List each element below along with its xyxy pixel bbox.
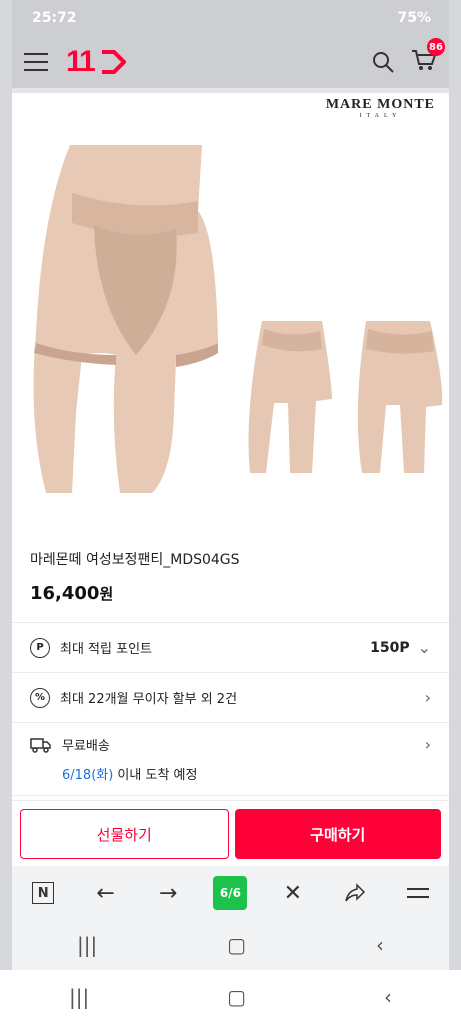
shipping-row[interactable]: 무료배송 › 6/18(화) 이내 도착 예정 (12, 723, 449, 796)
logo-text: 11 (66, 45, 96, 78)
tabs-button[interactable]: 6/6 (210, 873, 250, 913)
installment-row[interactable]: % 최대 22개월 무이자 할부 외 2건 › (12, 673, 449, 723)
menu-icon (406, 888, 429, 898)
delivery-date: 6/18(화) (62, 768, 114, 783)
recent-apps-icon[interactable]: ||| (77, 933, 97, 957)
buy-button[interactable]: 구매하기 (234, 809, 441, 859)
system-nav-bar-inner: ||| ▢ ‹ (12, 920, 449, 970)
home-icon[interactable]: ▢ (227, 933, 246, 957)
home-icon[interactable]: ▢ (227, 985, 246, 1009)
status-battery: 75% (397, 10, 431, 26)
chevron-right-icon: › (424, 735, 431, 754)
back-nav-icon[interactable]: ‹ (384, 985, 392, 1009)
back-button[interactable]: ← (86, 873, 126, 913)
close-icon: ✕ (283, 880, 303, 906)
price-amount: 16,400 (30, 583, 100, 604)
brand-name: MARE MONTE (325, 97, 435, 112)
gift-button[interactable]: 선물하기 (20, 809, 229, 859)
arrow-left-icon: ← (96, 880, 115, 906)
logo-arrow-icon (102, 50, 127, 74)
close-button[interactable]: ✕ (273, 873, 313, 913)
percent-icon: % (30, 687, 50, 708)
shapewear-illustration (33, 145, 443, 493)
chevron-down-icon: ⌄ (417, 638, 431, 657)
price-currency: 원 (99, 585, 114, 603)
delivery-estimate: 6/18(화) 이내 도착 예정 (62, 764, 431, 783)
status-bar: 25:72 75% (12, 0, 449, 36)
cart-count-badge: 86 (427, 38, 445, 56)
purchase-bar: 선물하기 구매하기 (12, 800, 449, 870)
recent-apps-icon[interactable]: ||| (69, 985, 89, 1009)
benefit-list: P 최대 적립 포인트 150P ⌄ % 최대 22개월 무이자 할부 외 2건… (12, 622, 449, 796)
truck-icon (30, 737, 51, 753)
back-nav-icon[interactable]: ‹ (376, 933, 384, 957)
phone-screen: 25:72 75% 11 86 MARE MONTE ITALY 마레몬떼 여성… (12, 0, 449, 970)
product-price: 16,400원 (12, 569, 449, 604)
hamburger-menu-icon[interactable] (24, 53, 48, 71)
app-header: 11 86 (12, 36, 449, 88)
delivery-suffix: 이내 도착 예정 (113, 768, 198, 783)
points-value: 150P (370, 639, 410, 656)
forward-button[interactable]: → (148, 873, 188, 913)
system-nav-bar: ||| ▢ ‹ (0, 970, 461, 1024)
brand-mark: MARE MONTE ITALY (326, 97, 435, 119)
share-button[interactable] (335, 873, 375, 913)
shipping-label: 무료배송 (62, 739, 110, 754)
search-icon[interactable] (371, 50, 395, 74)
share-icon (345, 883, 366, 902)
tabs-count: 6/6 (213, 876, 248, 910)
more-menu-button[interactable] (398, 873, 438, 913)
status-time: 25:72 (32, 10, 77, 26)
naver-icon: N (32, 882, 55, 904)
arrow-right-icon: → (158, 880, 178, 906)
chevron-right-icon: › (424, 688, 431, 707)
product-image[interactable]: MARE MONTE ITALY (12, 93, 449, 523)
product-title: 마레몬떼 여성보정팬티_MDS04GS (30, 552, 240, 568)
points-row[interactable]: P 최대 적립 포인트 150P ⌄ (12, 623, 449, 673)
points-label: 최대 적립 포인트 (60, 642, 152, 657)
installment-label: 최대 22개월 무이자 할부 외 2건 (60, 692, 238, 707)
cart-button[interactable]: 86 (411, 38, 445, 76)
point-icon: P (30, 637, 50, 658)
naver-home-button[interactable]: N (23, 873, 63, 913)
brand-country: ITALY (359, 113, 402, 119)
brand-logo[interactable]: 11 (66, 45, 127, 79)
browser-toolbar: N ← → 6/6 ✕ (12, 866, 449, 920)
